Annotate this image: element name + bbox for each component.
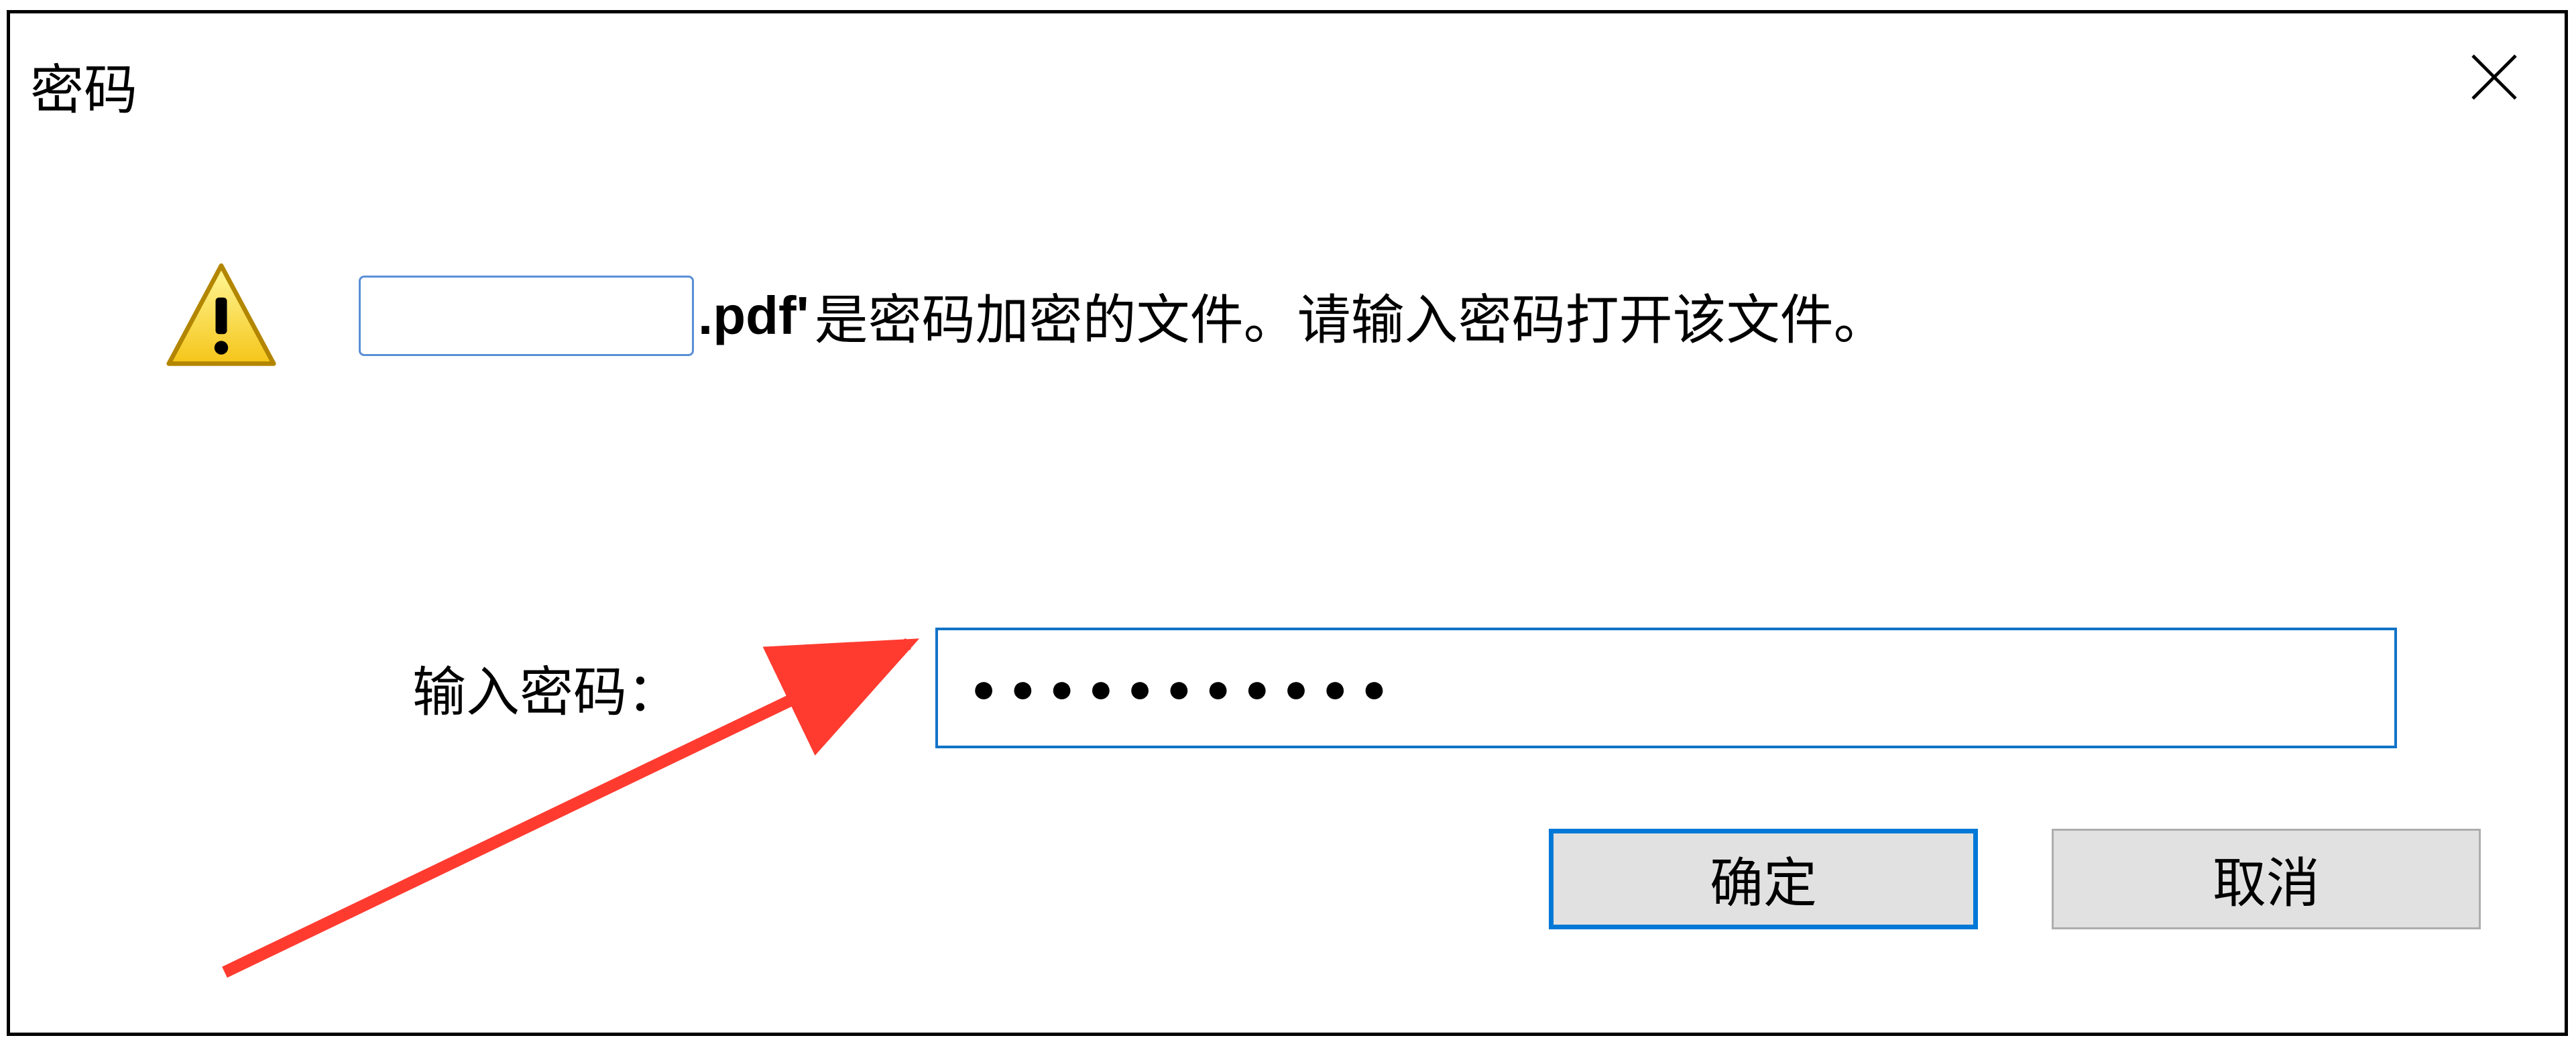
- password-dialog: 密码: [7, 10, 2568, 1036]
- message-row: .pdf' 是密码加密的文件。请输入密码打开该文件。: [164, 259, 2524, 373]
- password-row: 输入密码：: [412, 628, 2524, 748]
- ok-button[interactable]: 确定: [1549, 829, 1978, 929]
- close-icon: [2467, 50, 2521, 104]
- cancel-button[interactable]: 取消: [2052, 829, 2481, 929]
- titlebar: 密码: [10, 13, 2565, 125]
- warning-icon: [164, 259, 278, 373]
- filename-placeholder: [359, 276, 694, 356]
- dialog-title: 密码: [30, 47, 137, 125]
- close-button[interactable]: [2464, 47, 2524, 107]
- password-input[interactable]: [935, 628, 2397, 748]
- filename-extension: .pdf': [698, 285, 809, 347]
- dialog-content: .pdf' 是密码加密的文件。请输入密码打开该文件。 输入密码： 确定 取消: [10, 259, 2565, 929]
- message-text: .pdf' 是密码加密的文件。请输入密码打开该文件。: [359, 276, 1887, 356]
- button-row: 确定 取消: [50, 829, 2524, 929]
- password-label: 输入密码：: [412, 649, 681, 727]
- message-body: 是密码加密的文件。请输入密码打开该文件。: [815, 277, 1887, 355]
